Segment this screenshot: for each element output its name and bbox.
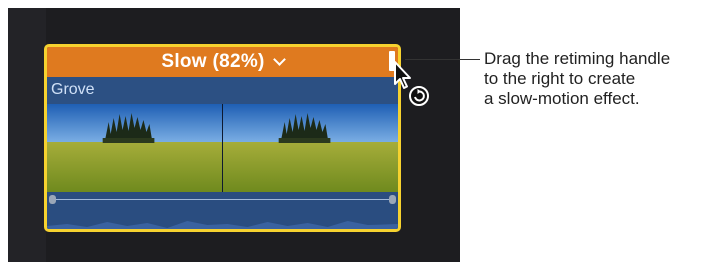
chevron-down-icon[interactable] <box>272 52 286 66</box>
callout-leader-line <box>405 59 480 60</box>
retime-bar[interactable]: Slow (82%) <box>47 47 398 77</box>
clip-filmstrip <box>47 104 398 192</box>
fade-handle-left[interactable] <box>49 195 56 204</box>
clip-name: Grove <box>51 81 95 98</box>
audio-waveform <box>47 221 398 229</box>
fade-handle-right[interactable] <box>389 195 396 204</box>
retime-cursor-icon <box>409 86 429 106</box>
drag-cursor <box>393 60 433 110</box>
callout-text: Drag the retiming handle to the right to… <box>484 49 671 108</box>
video-clip[interactable]: Slow (82%) Grove <box>44 44 401 232</box>
audio-waveform-area <box>47 192 398 229</box>
clip-thumbnail <box>222 104 398 192</box>
retime-speed-label: Slow (82%) <box>161 51 265 72</box>
timeline-lane-shade <box>8 8 46 262</box>
clip-thumbnail <box>47 104 222 192</box>
volume-line[interactable] <box>53 199 392 200</box>
